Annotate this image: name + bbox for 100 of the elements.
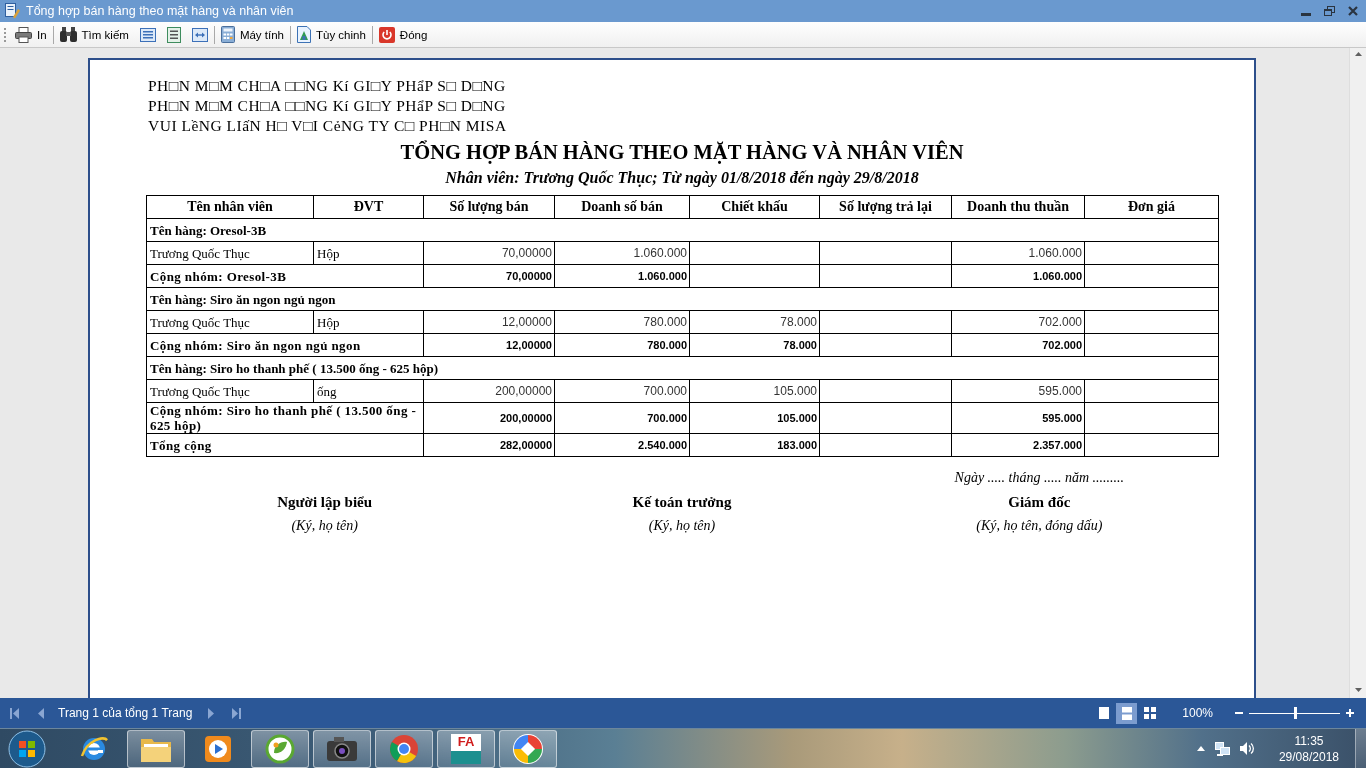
taskbar-button[interactable] xyxy=(313,729,371,768)
number-cell: 200,00000 xyxy=(423,379,555,403)
number-cell: 12,00000 xyxy=(423,310,555,334)
number-cell: 183.000 xyxy=(689,433,820,457)
logo-tile: FA xyxy=(451,733,481,764)
subtotal-label-cell: Cộng nhóm: Siro ăn ngon ngủ ngon xyxy=(146,333,424,357)
page-icon xyxy=(166,26,181,43)
column-header: Tên nhân viên xyxy=(146,195,314,219)
date-line: Ngày ..... tháng ..... năm ......... xyxy=(954,469,1125,487)
page-icon xyxy=(139,27,156,42)
play-icon xyxy=(204,734,232,763)
number-cell: 105.000 xyxy=(689,379,820,403)
signature-note: (Ký, họ tên) xyxy=(648,517,716,535)
page-indicator: Trang 1 của tổng 1 Trang xyxy=(58,706,193,720)
number-cell: 78.000 xyxy=(689,310,820,334)
notice-text: PH□N M□M CH□A □□NG Kí GI□Y PHẩP S□ D□NG xyxy=(147,76,507,96)
single-page-icon xyxy=(1098,707,1109,719)
signature-note: (Ký, họ tên, đóng dấu) xyxy=(976,517,1103,535)
zoom-in-icon[interactable] xyxy=(1346,709,1354,717)
notice-text: PH□N M□M CH□A □□NG Kí GI□Y PHẩP S□ D□NG xyxy=(147,96,507,116)
taskbar-button[interactable]: FA xyxy=(437,729,495,768)
binoculars-icon xyxy=(59,27,77,42)
number-cell: 2.540.000 xyxy=(554,433,690,457)
number-cell: 78.000 xyxy=(689,333,820,357)
number-cell: 12,00000 xyxy=(423,333,555,357)
group-heading-cell: Tên hàng: Oresol-3B xyxy=(146,218,1219,242)
column-header: Số lượng trả lại xyxy=(819,195,952,219)
view-mode-button[interactable] xyxy=(1116,702,1138,724)
pinwheel-icon xyxy=(512,732,544,765)
column-header: Doanh số bán xyxy=(554,195,690,219)
zoom-slider-thumb[interactable] xyxy=(1293,707,1297,719)
report-title: TỔNG HỢP BÁN HÀNG THEO MẶT HÀNG VÀ NHÂN VIÊN xyxy=(399,139,965,165)
two-pages-icon xyxy=(1121,706,1132,720)
show-desktop-button[interactable] xyxy=(1355,728,1366,768)
taskbar-button[interactable] xyxy=(251,729,309,768)
number-cell: 200,00000 xyxy=(423,402,555,434)
scroll-down-icon[interactable] xyxy=(1354,688,1362,692)
toolbar-button[interactable]: Tùy chinh xyxy=(294,23,369,46)
caret-up-icon[interactable] xyxy=(1196,746,1205,751)
table-cell: ống xyxy=(313,379,424,403)
column-header: Doanh thu thuần xyxy=(951,195,1085,219)
report-subtitle: Nhân viên: Trương Quốc Thục; Từ ngày 01/8/2018 đến ngày 29/8/2018 xyxy=(444,168,920,189)
group-heading-cell: Tên hàng: Siro ăn ngon ngủ ngon xyxy=(146,287,1219,311)
restore-icon[interactable] xyxy=(1324,6,1335,16)
number-cell: 595.000 xyxy=(951,402,1085,434)
number-cell: 1.060.000 xyxy=(554,264,690,288)
start-orb-icon[interactable] xyxy=(8,729,46,768)
next-page-icon[interactable] xyxy=(208,707,215,719)
signature-title: Giám đốc xyxy=(1008,493,1071,512)
clock-date[interactable]: 29/08/2018 xyxy=(1278,748,1339,765)
number-cell: 282,00000 xyxy=(423,433,555,457)
first-page-icon[interactable] xyxy=(10,707,19,719)
leaf-circle-icon xyxy=(265,733,295,764)
camera-icon xyxy=(326,735,358,762)
subtotal-label-cell: Cộng nhóm: Siro ho thanh phế ( 13.500 ống - 625 hộp) xyxy=(146,402,424,434)
toolbar-button[interactable]: Đóng xyxy=(375,23,431,46)
speaker-icon[interactable] xyxy=(1239,742,1255,755)
signature-title: Người lập biểu xyxy=(277,493,373,512)
table-cell: Hộp xyxy=(313,241,424,265)
number-cell: 70,00000 xyxy=(423,264,555,288)
fit-width-icon xyxy=(191,27,208,42)
column-header: ĐVT xyxy=(313,195,424,219)
previous-page-icon[interactable] xyxy=(38,707,44,719)
window-title: Tổng hợp bán hàng theo mặt hàng và nhân viên xyxy=(26,4,294,18)
number-cell: 700.000 xyxy=(554,379,690,403)
group-heading-cell: Tên hàng: Siro ho thanh phế ( 13.500 ống - 625 hộp) xyxy=(146,356,1219,380)
number-cell: 1.060.000 xyxy=(951,241,1085,265)
notice-text: VUI LềNG LIấN H□ V□I CẻNG TY C□ PH□N MISA xyxy=(147,116,508,136)
vertical-scrollbar[interactable] xyxy=(1349,48,1366,698)
toolbar-button[interactable]: In xyxy=(12,23,50,46)
number-cell: 780.000 xyxy=(554,310,690,334)
number-cell: 1.060.000 xyxy=(951,264,1085,288)
toolbar-button[interactable]: Tìm kiếm xyxy=(56,23,132,46)
table-cell: Trương Quốc Thục xyxy=(146,310,314,334)
number-cell: 2.357.000 xyxy=(951,433,1085,457)
power-icon xyxy=(378,26,395,43)
total-label-cell: Tổng cộng xyxy=(146,433,424,457)
number-cell: 70,00000 xyxy=(423,241,555,265)
number-cell: 105.000 xyxy=(689,402,820,434)
number-cell: 1.060.000 xyxy=(554,241,690,265)
document-chart-icon xyxy=(297,26,311,43)
last-page-icon[interactable] xyxy=(232,707,242,719)
subtotal-label-cell: Cộng nhóm: Oresol-3B xyxy=(146,264,424,288)
close-icon[interactable] xyxy=(1348,6,1358,16)
network-icon[interactable] xyxy=(1214,741,1230,756)
scroll-up-icon[interactable] xyxy=(1354,52,1362,56)
clock-time[interactable]: 11:35 xyxy=(1294,732,1324,749)
table-cell: Trương Quốc Thục xyxy=(146,241,314,265)
zoom-level-text: 100% xyxy=(1182,706,1213,720)
number-cell: 780.000 xyxy=(554,333,690,357)
signature-note: (Ký, họ tên) xyxy=(291,517,358,535)
column-header: Đơn giá xyxy=(1084,195,1219,219)
column-header: Chiết khấu xyxy=(689,195,820,219)
document-pen-icon xyxy=(5,3,20,19)
toolbar-button[interactable]: Máy tính xyxy=(217,23,287,46)
taskbar-button[interactable] xyxy=(127,729,185,768)
number-cell: 702.000 xyxy=(951,310,1085,334)
number-cell: 702.000 xyxy=(951,333,1085,357)
table-cell: Trương Quốc Thục xyxy=(146,379,314,403)
column-header: Số lượng bán xyxy=(423,195,555,219)
